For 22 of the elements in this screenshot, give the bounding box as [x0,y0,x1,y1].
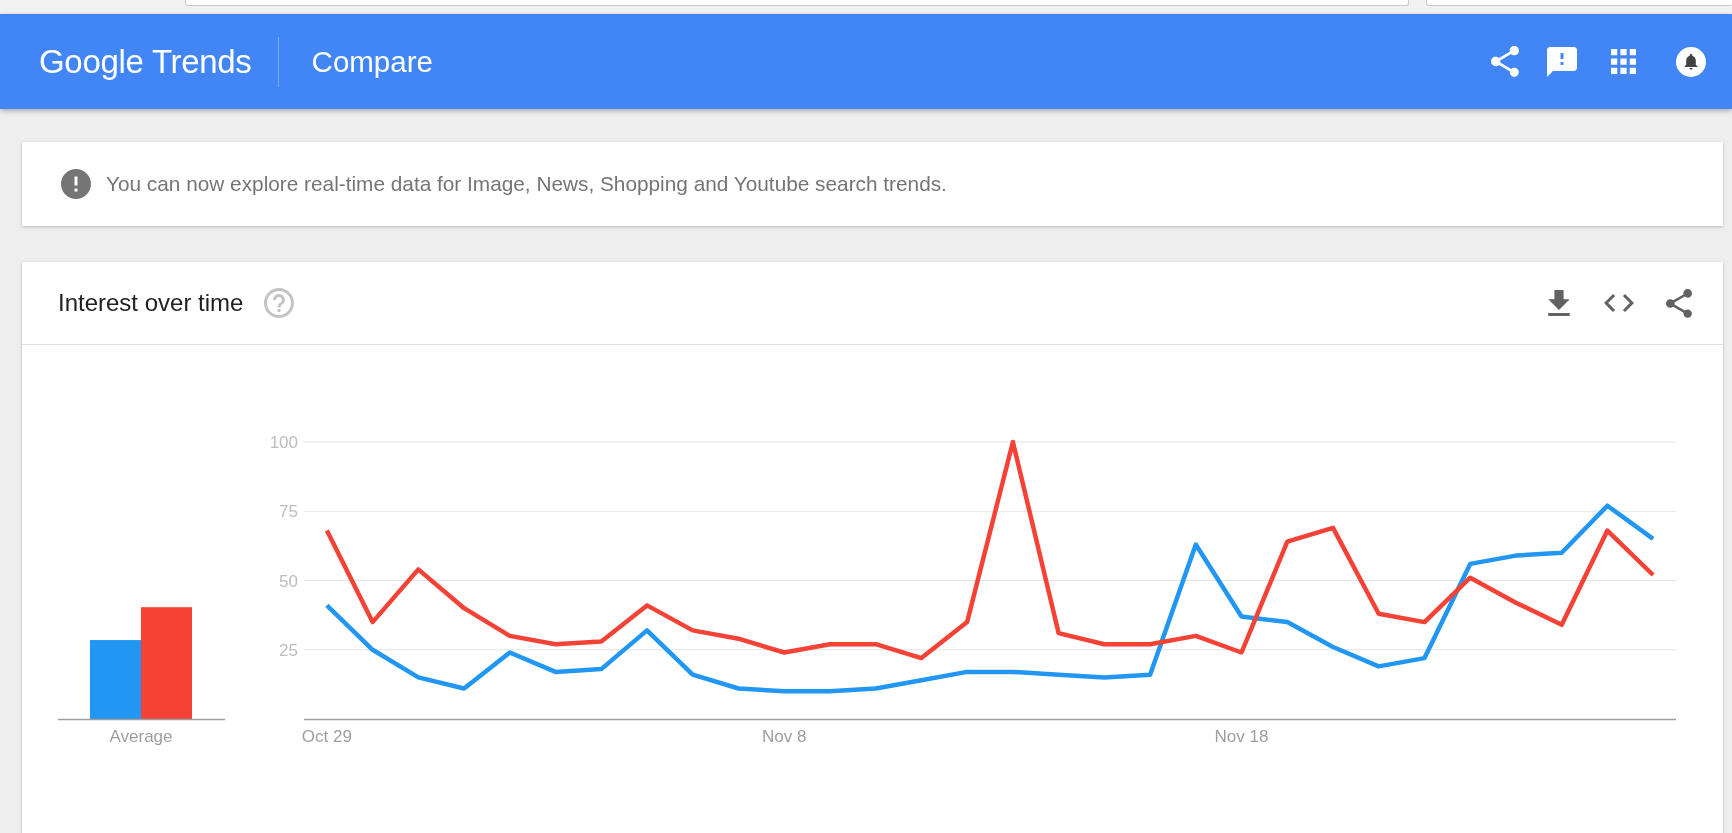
exclamation-icon [61,169,91,199]
x-axis-label: Oct 29 [301,727,352,746]
x-axis-label: Nov 8 [762,727,807,746]
apps-icon[interactable] [1611,49,1636,74]
share-icon[interactable] [1491,46,1519,77]
download-icon[interactable] [1548,290,1570,316]
code-icon[interactable] [1604,294,1634,312]
browser-field[interactable] [1426,0,1732,6]
logo[interactable]: Google Trends [39,42,252,81]
y-axis-label: 25 [279,640,298,660]
bell-icon[interactable] [1676,46,1706,77]
x-axis-label: Nov 18 [1214,727,1269,746]
browser-field[interactable] [185,0,1409,6]
notice-text: You can now explore real-time data for Image, News, Shopping and Youtube search trends. [106,172,947,196]
page-title: Compare [311,44,433,79]
y-axis-label: 50 [279,571,298,591]
y-axis-label: 100 [269,433,298,452]
card-title: Interest over time [58,289,244,317]
average-label: Average [109,727,173,746]
share-icon[interactable] [1666,288,1692,318]
feedback-icon[interactable] [1547,46,1577,77]
y-axis-label: 75 [279,502,298,522]
